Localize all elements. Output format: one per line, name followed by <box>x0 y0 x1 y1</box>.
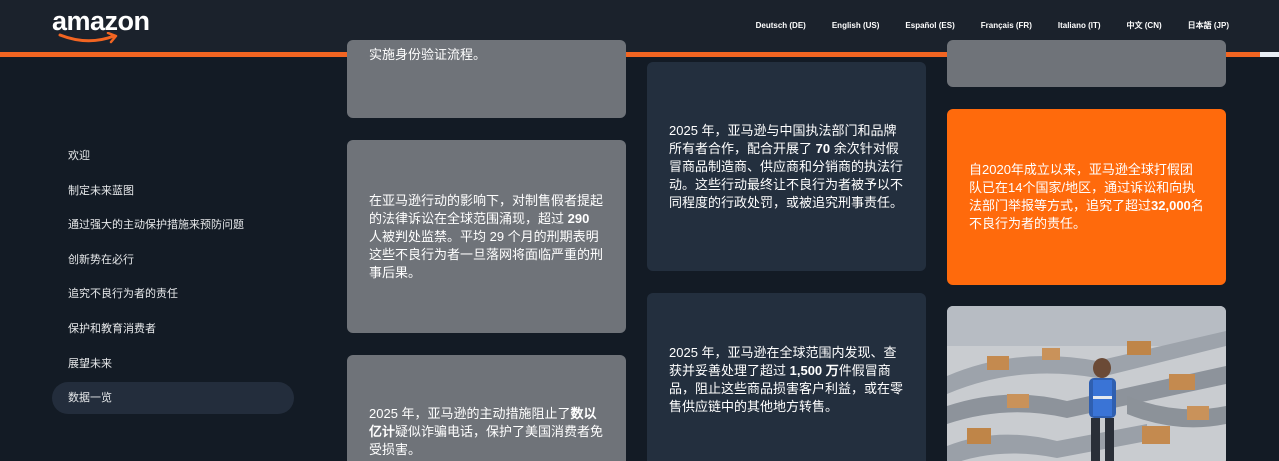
card-text: 2025 年，亚马逊与中国执法部门和品牌所有者合作，配合开展了 70 余次针对假… <box>647 122 926 212</box>
lang-it-link[interactable]: Italiano (IT) <box>1058 21 1101 30</box>
card-text-part: 疑似诈骗电话，保护了美国消费者免受损害。 <box>369 424 604 457</box>
sidebar-item-welcome[interactable]: 欢迎 <box>52 140 294 172</box>
lang-es-link[interactable]: Español (ES) <box>905 21 954 30</box>
card-highlight-value: 1,500 万 <box>789 363 839 378</box>
section-sidebar: 欢迎 制定未来蓝图 通过强大的主动保护措施来预防问题 创新势在必行 追究不良行为… <box>52 140 294 417</box>
sidebar-item-blueprint[interactable]: 制定未来蓝图 <box>52 175 294 207</box>
warehouse-illustration <box>947 306 1226 461</box>
card-text: 在亚马逊行动的影响下，对制售假者提起的法律诉讼在全球范围涌现，超过 290 人被… <box>347 192 626 282</box>
amazon-logo[interactable]: amazon <box>52 6 152 46</box>
card-text: 2025 年，亚马逊的主动措施阻止了数以亿计疑似诈骗电话，保护了美国消费者免受损… <box>347 355 626 459</box>
sidebar-item-innovation[interactable]: 创新势在必行 <box>52 244 294 276</box>
card-text-partial: 实施身份验证流程。 <box>369 47 487 62</box>
sidebar-item-accountability[interactable]: 追究不良行为者的责任 <box>52 278 294 310</box>
stat-card-china-enforcement: 2025 年，亚马逊与中国执法部门和品牌所有者合作，配合开展了 70 余次针对假… <box>647 62 926 271</box>
scrollbar-track[interactable] <box>1260 52 1279 57</box>
card-text: 自2020年成立以来，亚马逊全球打假团队已在14个国家/地区，通过诉讼和向执法部… <box>947 161 1226 233</box>
stat-card-top-partial <box>947 40 1226 87</box>
smile-arrow-icon <box>58 32 118 44</box>
stat-card-lawsuits: 在亚马逊行动的影响下，对制售假者提起的法律诉讼在全球范围涌现，超过 290 人被… <box>347 140 626 333</box>
card-highlight-value: 32,000 <box>1151 198 1191 213</box>
card-text: 2025 年，亚马逊在全球范围内发现、查获并妥善处理了超过 1,500 万件假冒… <box>647 293 926 416</box>
sidebar-item-future[interactable]: 展望未来 <box>52 348 294 380</box>
lang-cn-link[interactable]: 中文 (CN) <box>1127 20 1162 31</box>
card-text-part: 2025 年，亚马逊的主动措施阻止了 <box>369 406 571 421</box>
sidebar-item-consumer-protection[interactable]: 保护和教育消费者 <box>52 313 294 345</box>
lang-fr-link[interactable]: Français (FR) <box>981 21 1032 30</box>
warehouse-worker-photo <box>947 306 1226 461</box>
lang-jp-link[interactable]: 日本語 (JP) <box>1188 20 1229 31</box>
stat-card-scam-calls: 2025 年，亚马逊的主动措施阻止了数以亿计疑似诈骗电话，保护了美国消费者免受损… <box>347 355 626 461</box>
sidebar-item-data-overview[interactable]: 数据一览 <box>52 382 294 415</box>
stat-card-counterfeit-crimes-unit: 自2020年成立以来，亚马逊全球打假团队已在14个国家/地区，通过诉讼和向执法部… <box>947 109 1226 285</box>
card-text-part: 人被判处监禁。平均 29 个月的刑期表明这些不良行为者一旦落网将面临严重的刑事后… <box>369 228 604 280</box>
stat-card-counterfeits-seized: 2025 年，亚马逊在全球范围内发现、查获并妥善处理了超过 1,500 万件假冒… <box>647 293 926 461</box>
card-highlight-value: 70 <box>815 140 831 156</box>
card-text: 实施身份验证流程。 <box>347 40 508 64</box>
card-highlight-value: 290 <box>567 210 590 226</box>
lang-de-link[interactable]: Deutsch (DE) <box>756 21 806 30</box>
sidebar-item-prevention[interactable]: 通过强大的主动保护措施来预防问题 <box>52 209 294 241</box>
lang-en-link[interactable]: English (US) <box>832 21 880 30</box>
stat-card-identity-verification: 实施身份验证流程。 <box>347 40 626 118</box>
